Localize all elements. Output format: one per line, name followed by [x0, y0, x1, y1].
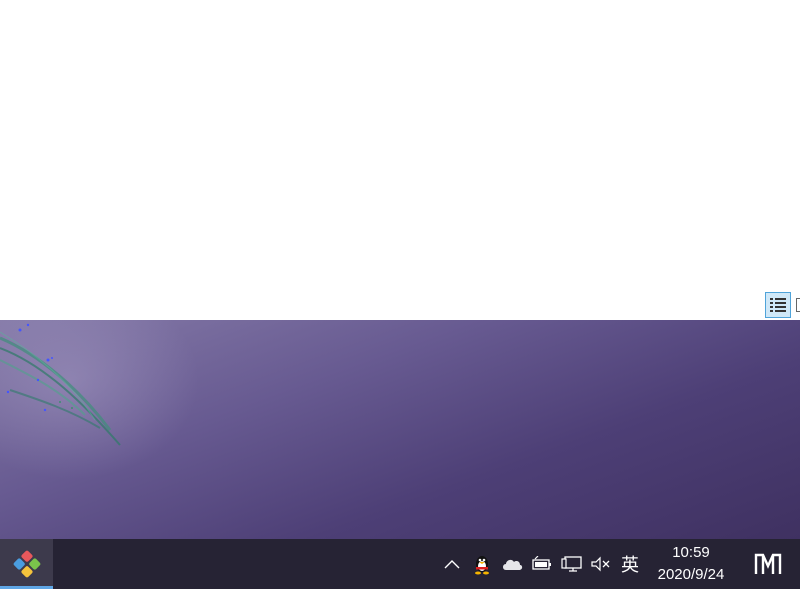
windows-start-logo: [13, 550, 40, 578]
action-center-icon: [754, 553, 782, 574]
details-view-icon: [770, 298, 786, 312]
cloud-icon: [503, 559, 523, 570]
app-window-content: [0, 0, 800, 320]
battery-icon: [532, 556, 551, 570]
wallpaper-swirl: [0, 323, 121, 446]
qq-tray-button[interactable]: [470, 539, 494, 589]
volume-muted-icon: [591, 556, 610, 572]
qq-penguin-icon: [475, 556, 489, 575]
large-icons-view-button[interactable]: [796, 298, 800, 312]
start-button[interactable]: [0, 539, 53, 589]
onedrive-tray-button[interactable]: [500, 539, 524, 589]
desktop-wallpaper: [0, 320, 800, 539]
input-method-label: 英: [621, 555, 639, 576]
battery-tray-button[interactable]: [530, 539, 554, 589]
volume-tray-button[interactable]: [589, 539, 613, 589]
chevron-up-icon: [444, 560, 460, 569]
network-tray-button[interactable]: [560, 539, 584, 589]
taskbar: 英 10:59 2020/9/24: [0, 539, 800, 589]
action-center-button[interactable]: [750, 539, 786, 589]
details-view-button[interactable]: [765, 292, 791, 318]
show-hidden-icons-button[interactable]: [441, 539, 463, 589]
input-method-indicator[interactable]: 英: [616, 539, 644, 589]
clock-time: 10:59: [672, 544, 710, 561]
taskbar-clock[interactable]: 10:59 2020/9/24: [645, 539, 737, 589]
clock-date: 2020/9/24: [657, 566, 725, 583]
network-icon: [561, 556, 582, 572]
